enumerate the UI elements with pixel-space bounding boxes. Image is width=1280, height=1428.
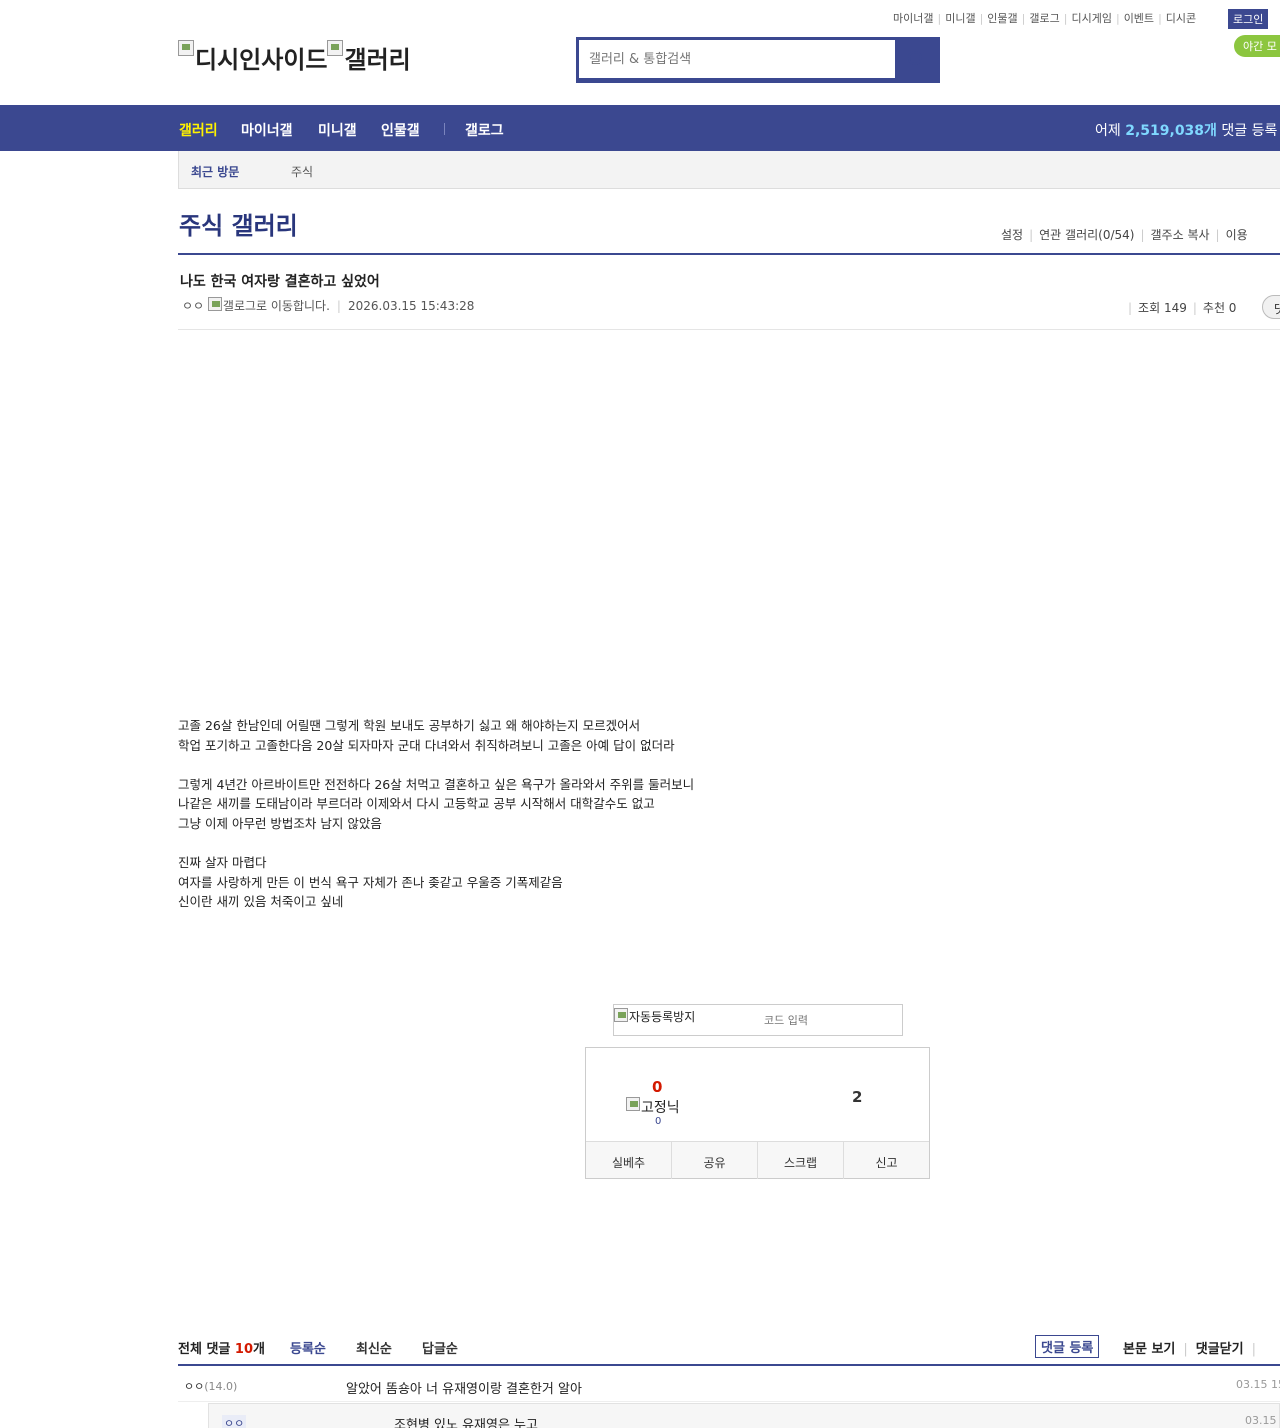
sort-registered[interactable]: 등록순 [290, 1338, 326, 1357]
reply-row: ㅇㅇ 조현병 있노 유재영은 누고 03.15 [208, 1403, 1280, 1428]
post-title: 나도 한국 여자랑 결혼하고 싶었어 [180, 274, 380, 290]
nav-gallog[interactable]: 갤로그 [465, 120, 504, 140]
reply-author[interactable]: ㅇㅇ [222, 1415, 247, 1428]
report-button[interactable]: 신고 [844, 1142, 929, 1179]
body-line [178, 834, 694, 854]
gallog-alt[interactable]: 갤로그로 이동합니다. [223, 299, 330, 313]
sort-latest[interactable]: 최신순 [356, 1338, 392, 1357]
recent-visit-label[interactable]: 최근 방문 [191, 163, 239, 180]
comment-count: 10 [234, 1342, 253, 1357]
reply-text: 조현병 있노 유재영은 누고 [394, 1418, 538, 1428]
body-line: 그렇게 4년간 아르바이트만 전전하다 26살 처먹고 결혼하고 싶은 욕구가 … [178, 776, 695, 792]
search-icon [908, 51, 922, 65]
broken-image-icon [626, 1097, 640, 1111]
logo-site-alt: 디시인사이드 [195, 46, 328, 74]
search-button[interactable] [897, 40, 937, 80]
nav-gallery[interactable]: 갤러리 [179, 120, 218, 140]
gallery-tools: 설정 | 연관 갤러리(0/54) | 갤주소 복사 | 이용 [1001, 228, 1248, 242]
nav-divider [444, 123, 445, 135]
broken-image-icon [614, 1008, 628, 1022]
body-line: 학업 포기하고 고졸한다음 20살 되자마자 군대 다녀와서 취직하려보니 고졸… [178, 737, 675, 753]
body-line: 나같은 새끼를 도태남이라 부르더라 이제와서 다시 고등학교 공부 시작해서 … [178, 796, 655, 812]
util-link-person[interactable]: 인물갤 [987, 12, 1017, 25]
nav-person[interactable]: 인물갤 [381, 120, 420, 140]
fixnick-recommend: 고정닉 [626, 1097, 680, 1117]
comment-row: ㅇㅇ(14.0) 알았어 똠숑아 너 유재영이랑 결혼한거 알아 03.15 1… [178, 1366, 1280, 1402]
recommend-down-count: 2 [852, 1088, 863, 1106]
body-line [178, 755, 694, 775]
view-body-button[interactable]: 본문 보기 [1123, 1342, 1175, 1357]
comment-header: 전체 댓글 10개 등록순 최신순 답글순 댓글 등록 본문 보기 | 댓글닫기 | [178, 1335, 1280, 1361]
captcha-box: 자동등록방지 [613, 1004, 903, 1036]
recommend-actions: 실베추 공유 스크랩 신고 [586, 1141, 929, 1179]
post-body: 고졸 26살 한남인데 어릴땐 그렇게 학원 보내도 공부하기 싫고 왜 해야하… [178, 716, 694, 912]
util-link-event[interactable]: 이벤트 [1124, 12, 1154, 25]
util-link-minor[interactable]: 마이너갤 [893, 12, 933, 25]
scrap-button[interactable]: 스크랩 [758, 1142, 844, 1179]
broken-image-icon [178, 40, 194, 56]
post-author[interactable]: ㅇㅇ [182, 299, 204, 313]
body-line: 신이란 새끼 있음 처죽이고 싶네 [178, 894, 344, 910]
recent-visit-item[interactable]: 주식 [291, 163, 313, 180]
site-logo[interactable]: 디시인사이드 갤러리 [178, 40, 411, 75]
night-mode-button[interactable]: 야간 모 [1234, 35, 1280, 57]
body-line: 진짜 살자 마렵다 [178, 855, 267, 871]
sort-replies[interactable]: 답글순 [422, 1338, 458, 1357]
post-views: 조회 149 [1138, 301, 1187, 315]
close-comments-button[interactable]: 댓글닫기 [1196, 1342, 1244, 1357]
comment-view-links: 본문 보기 | 댓글닫기 | [1123, 1342, 1256, 1357]
logo-gallery-alt: 갤러리 [344, 46, 411, 74]
recommend-up-count: 0 [652, 1078, 663, 1096]
copy-gallery-url[interactable]: 갤주소 복사 [1151, 228, 1210, 242]
comment-jump-button[interactable]: 댓 [1262, 295, 1280, 319]
body-line: 고졸 26살 한남인데 어릴땐 그렇게 학원 보내도 공부하기 싫고 왜 해야하… [178, 718, 641, 733]
title-divider [178, 253, 1280, 255]
nav-mini[interactable]: 미니갤 [318, 120, 357, 140]
search-bar [576, 37, 940, 83]
post-date: 2026.03.15 15:43:28 [347, 299, 475, 313]
gallery-title[interactable]: 주식 갤러리 [179, 206, 298, 241]
captcha-input[interactable] [764, 1014, 884, 1027]
util-link-dccon[interactable]: 디시콘 [1166, 12, 1196, 25]
comment-ip: (14.0) [204, 1380, 238, 1393]
recent-visit-bar: 최근 방문 주식 [178, 151, 1280, 189]
gallery-settings[interactable]: 설정 [1001, 228, 1023, 242]
share-button[interactable]: 공유 [672, 1142, 758, 1179]
gallery-usage[interactable]: 이용 [1226, 228, 1248, 242]
related-galleries[interactable]: 연관 갤러리(0/54) [1039, 228, 1134, 242]
broken-image-icon [327, 40, 344, 56]
search-input[interactable] [579, 40, 895, 78]
comment-stat: 어제 2,519,038개 댓글 등록 [1095, 123, 1278, 139]
fixnick-count: 0 [655, 1116, 662, 1127]
login-button[interactable]: 로그인 [1228, 9, 1269, 29]
body-line: 여자를 사랑하게 만든 이 번식 욕구 자체가 존나 좆같고 우울증 기폭제같음 [178, 874, 563, 890]
meta-divider [178, 329, 1280, 330]
comment-stat-value: 2,519,038개 [1125, 123, 1217, 139]
util-link-gallog[interactable]: 갤로그 [1029, 12, 1059, 25]
util-nav: 마이너갤 | 미니갤 | 인물갤 | 갤로그 | 디시게임 | 이벤트 | 디시콘 [893, 12, 1197, 25]
comment-author[interactable]: ㅇㅇ(14.0) [184, 1378, 237, 1394]
util-link-game[interactable]: 디시게임 [1071, 12, 1111, 25]
post-meta: ㅇㅇ 갤로그로 이동합니다. | 2026.03.15 15:43:28 [182, 297, 475, 313]
comment-date: 03.15 15 [1236, 1378, 1280, 1391]
post-counts: | 조회 149 | 추천 0 [1128, 301, 1237, 315]
main-nav: 갤러리 마이너갤 미니갤 인물갤 갤로그 어제 2,519,038개 댓글 등록 [0, 105, 1280, 151]
util-link-mini[interactable]: 미니갤 [945, 12, 975, 25]
comment-write-button[interactable]: 댓글 등록 [1035, 1335, 1100, 1358]
post-recommend-count: 추천 0 [1202, 301, 1237, 315]
captcha-image: 자동등록방지 [614, 1008, 695, 1025]
reply-date: 03.15 [1245, 1414, 1277, 1427]
comment-text: 알았어 똠숑아 너 유재영이랑 결혼한거 알아 [346, 1382, 582, 1397]
gallog-icon[interactable] [207, 297, 222, 311]
nav-minor[interactable]: 마이너갤 [241, 120, 293, 140]
best-recommend-button[interactable]: 실베추 [586, 1142, 672, 1179]
comment-total: 전체 댓글 10개 [178, 1342, 265, 1357]
body-line: 그냥 이제 아무런 방법조차 남지 않았음 [178, 815, 382, 831]
recommend-box: 0 고정닉 0 2 실베추 공유 스크랩 신고 [585, 1047, 930, 1179]
